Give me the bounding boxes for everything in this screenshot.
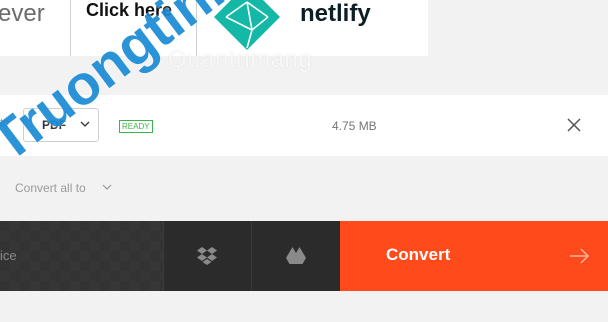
ad-banner[interactable]: ever Click here netlify [0, 0, 428, 56]
checker-pattern [0, 221, 163, 291]
file-size: 4.75 MB [332, 119, 377, 133]
ad-brand: netlify [300, 0, 371, 27]
to-label: to [0, 117, 10, 129]
upload-toolbar: ice Convert [0, 221, 608, 291]
arrow-right-icon [570, 248, 590, 264]
ad-left-panel: ever [0, 0, 70, 56]
from-device-button[interactable]: ice [0, 221, 163, 291]
convert-label: Convert [386, 245, 451, 264]
format-select[interactable]: PDF [23, 108, 99, 142]
chevron-down-icon [80, 121, 90, 127]
netlify-logo-icon [214, 0, 280, 50]
ad-divider [70, 0, 71, 56]
ad-click-here[interactable]: Click here [86, 0, 172, 21]
chevron-down-icon[interactable] [101, 181, 113, 193]
dropbox-icon [197, 247, 217, 265]
dropbox-button[interactable] [163, 221, 250, 291]
convert-button[interactable]: Convert [340, 221, 608, 291]
convert-all-to[interactable]: Convert all to [15, 181, 86, 195]
status-badge: READY [119, 120, 153, 133]
format-value: PDF [42, 118, 66, 132]
from-device-label: ice [0, 248, 17, 263]
close-icon[interactable] [565, 116, 583, 134]
google-drive-icon [285, 247, 306, 264]
google-drive-button[interactable] [251, 221, 339, 291]
ad-divider [196, 0, 197, 56]
ad-left-text: ever [0, 0, 45, 27]
